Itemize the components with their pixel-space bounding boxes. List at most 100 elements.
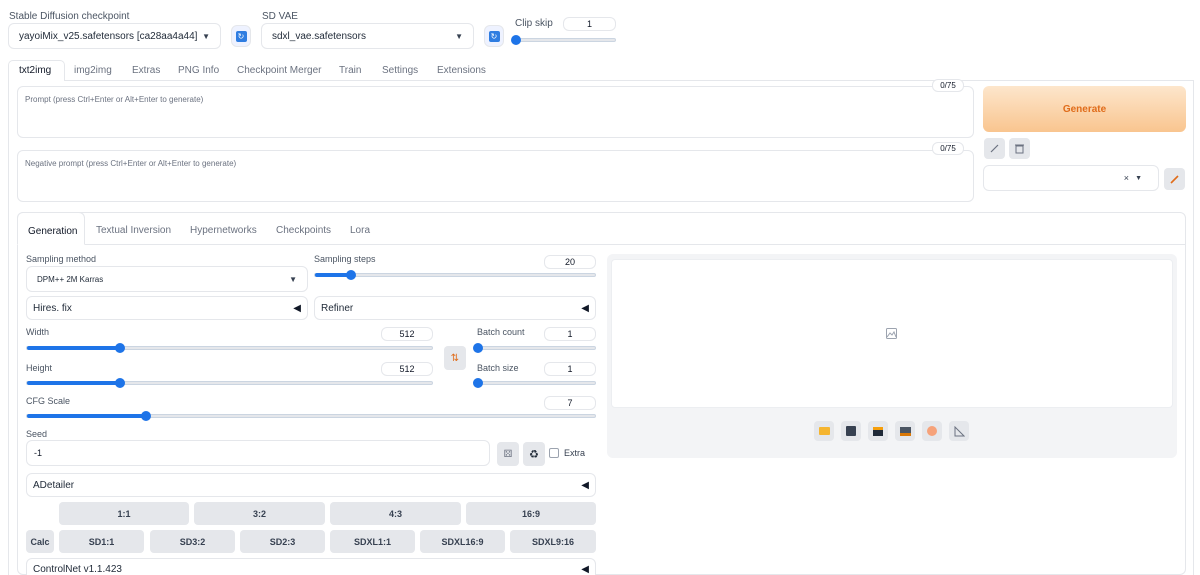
chevron-down-icon: ▼ xyxy=(202,31,210,41)
generate-button[interactable]: Generate xyxy=(983,86,1186,132)
preset-sd1-1-button[interactable]: SD1:1 xyxy=(59,530,144,553)
negative-prompt-textarea[interactable]: Negative prompt (press Ctrl+Enter or Alt… xyxy=(17,150,974,202)
tab-panel-right-border xyxy=(1193,80,1194,575)
cfg-scale-slider[interactable] xyxy=(26,411,596,421)
checkpoint-select[interactable]: yayoiMix_v25.safetensors [ca28aa4a44] ▼ xyxy=(8,23,221,49)
batch-size-slider-thumb[interactable] xyxy=(473,378,483,388)
tab-extensions[interactable]: Extensions xyxy=(437,65,486,76)
tab-hypernetworks[interactable]: Hypernetworks xyxy=(190,225,257,236)
random-seed-button[interactable]: ⚄ xyxy=(497,442,519,466)
save-icon xyxy=(846,426,856,436)
controlnet-accordion[interactable]: ControlNet v1.1.423 ◀ xyxy=(26,558,596,575)
send-to-extras-button[interactable] xyxy=(949,421,969,441)
vae-label: SD VAE xyxy=(262,11,298,22)
chevron-down-icon: ▼ xyxy=(455,31,463,41)
tab-img2img[interactable]: img2img xyxy=(74,65,112,76)
prompt-token-counter: 0/75 xyxy=(932,79,964,92)
height-slider[interactable] xyxy=(26,378,433,388)
extra-checkbox[interactable] xyxy=(549,448,559,458)
collapse-arrow-icon: ◀ xyxy=(293,302,301,314)
tab-extras[interactable]: Extras xyxy=(132,65,160,76)
preset-sd2-3-button[interactable]: SD2:3 xyxy=(240,530,325,553)
batch-size-label: Batch size xyxy=(477,363,519,373)
vae-select[interactable]: sdxl_vae.safetensors ▼ xyxy=(261,23,474,49)
clear-prompt-button[interactable] xyxy=(1009,138,1030,159)
cfg-scale-input[interactable]: 7 xyxy=(544,396,596,410)
swap-dimensions-button[interactable]: ⇅ xyxy=(444,346,466,370)
image-icon xyxy=(899,426,911,436)
preset-sdxl9-16-button[interactable]: SDXL9:16 xyxy=(510,530,596,553)
apply-style-button[interactable] xyxy=(984,138,1005,159)
preset-sd3-2-button[interactable]: SD3:2 xyxy=(150,530,235,553)
archive-icon xyxy=(873,426,883,436)
preset-sdxl16-9-button[interactable]: SDXL16:9 xyxy=(420,530,505,553)
tab-txt2img[interactable]: txt2img xyxy=(19,65,51,76)
batch-count-slider-thumb[interactable] xyxy=(473,343,483,353)
send-to-inpaint-button[interactable] xyxy=(922,421,942,441)
folder-icon xyxy=(818,427,830,435)
sampling-steps-slider[interactable] xyxy=(314,270,596,280)
save-button[interactable] xyxy=(841,421,861,441)
checkpoint-label: Stable Diffusion checkpoint xyxy=(9,11,130,22)
negative-token-counter: 0/75 xyxy=(932,142,964,155)
width-input[interactable]: 512 xyxy=(381,327,433,341)
batch-count-label: Batch count xyxy=(477,327,525,337)
hires-fix-accordion[interactable]: Hires. fix ◀ xyxy=(26,296,308,320)
zip-button[interactable] xyxy=(868,421,888,441)
tab-checkpoint-merger[interactable]: Checkpoint Merger xyxy=(237,65,321,76)
tab-generation[interactable]: Generation xyxy=(28,226,77,237)
tab-train[interactable]: Train xyxy=(339,65,361,76)
ratio-4-3-button[interactable]: 4:3 xyxy=(330,502,461,525)
edit-styles-button[interactable] xyxy=(1164,168,1185,190)
clipskip-slider-thumb[interactable] xyxy=(511,35,521,45)
checkpoint-value: yayoiMix_v25.safetensors [ca28aa4a44] xyxy=(19,30,198,42)
refresh-vae-button[interactable]: ↻ xyxy=(484,25,504,47)
sampling-method-value: DPM++ 2M Karras xyxy=(37,274,104,284)
height-slider-fill xyxy=(27,381,121,385)
sampling-steps-input[interactable]: 20 xyxy=(544,255,596,269)
collapse-arrow-icon: ◀ xyxy=(581,479,589,491)
collapse-arrow-icon: ◀ xyxy=(581,563,589,575)
refiner-accordion[interactable]: Refiner ◀ xyxy=(314,296,596,320)
tab-lora[interactable]: Lora xyxy=(350,225,370,236)
adetailer-accordion[interactable]: ADetailer ◀ xyxy=(26,473,596,497)
prompt-placeholder: Prompt (press Ctrl+Enter or Alt+Enter to… xyxy=(25,95,204,104)
refresh-icon: ↻ xyxy=(235,30,247,42)
calc-button[interactable]: Calc xyxy=(26,530,54,553)
refresh-checkpoint-button[interactable]: ↻ xyxy=(231,25,251,47)
ratio-16-9-button[interactable]: 16:9 xyxy=(466,502,596,525)
clipskip-input[interactable]: 1 xyxy=(563,17,616,31)
open-folder-button[interactable] xyxy=(814,421,834,441)
width-slider-fill xyxy=(27,346,121,350)
styles-clear-icon[interactable]: × xyxy=(1124,173,1129,183)
seed-label: Seed xyxy=(26,429,48,439)
trash-icon xyxy=(1015,144,1024,154)
tab-png-info[interactable]: PNG Info xyxy=(178,65,219,76)
hires-fix-label: Hires. fix xyxy=(33,302,72,314)
ratio-1-1-button[interactable]: 1:1 xyxy=(59,502,189,525)
preset-sdxl1-1-button[interactable]: SDXL1:1 xyxy=(330,530,415,553)
batch-count-slider[interactable] xyxy=(473,343,596,353)
vae-value: sdxl_vae.safetensors xyxy=(272,30,366,42)
styles-select[interactable]: × ▼ xyxy=(983,165,1159,191)
width-slider[interactable] xyxy=(26,343,433,353)
seed-input[interactable]: -1 xyxy=(26,440,490,466)
tab-textual-inversion[interactable]: Textual Inversion xyxy=(96,225,171,236)
ruler-icon xyxy=(954,425,965,436)
height-input[interactable]: 512 xyxy=(381,362,433,376)
tab-settings[interactable]: Settings xyxy=(382,65,418,76)
batch-size-input[interactable]: 1 xyxy=(544,362,596,376)
batch-size-slider[interactable] xyxy=(473,378,596,388)
prompt-textarea[interactable]: Prompt (press Ctrl+Enter or Alt+Enter to… xyxy=(17,86,974,138)
send-to-img2img-button[interactable] xyxy=(895,421,915,441)
extra-label: Extra xyxy=(564,448,586,458)
batch-count-input[interactable]: 1 xyxy=(544,327,596,341)
controlnet-label: ControlNet v1.1.423 xyxy=(33,563,122,575)
sampling-method-select[interactable]: DPM++ 2M Karras ▼ xyxy=(26,266,308,292)
tab-checkpoints[interactable]: Checkpoints xyxy=(276,225,331,236)
sampling-steps-label: Sampling steps xyxy=(314,254,376,264)
dice-icon: ⚄ xyxy=(503,448,513,460)
reuse-seed-button[interactable]: ♻ xyxy=(523,442,545,466)
ratio-3-2-button[interactable]: 3:2 xyxy=(194,502,325,525)
clipskip-slider[interactable] xyxy=(511,35,616,45)
